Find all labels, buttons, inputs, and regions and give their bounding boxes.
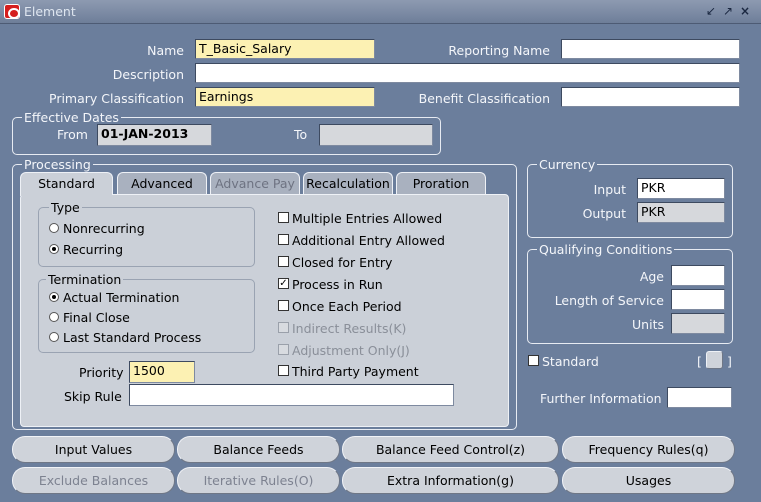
type-title: Type [49, 200, 82, 215]
skip-rule-label: Skip Rule [64, 389, 122, 404]
age-field[interactable] [671, 265, 725, 286]
further-information-label: Further Information [540, 391, 662, 406]
descriptive-flexfield-button[interactable] [706, 351, 723, 369]
currency-output-label: Output [582, 206, 626, 221]
from-label: From [57, 127, 88, 142]
age-label: Age [639, 269, 664, 284]
process-in-run-label[interactable]: Process in Run [292, 277, 383, 292]
oracle-logo-icon [4, 4, 20, 19]
length-of-service-field[interactable] [671, 289, 725, 310]
name-field[interactable]: T_Basic_Salary [195, 39, 375, 59]
input-values-button[interactable]: Input Values [12, 436, 175, 463]
standard-checkbox-label[interactable]: Standard [542, 354, 599, 369]
termination-title: Termination [46, 272, 124, 287]
final-close-label[interactable]: Final Close [63, 310, 130, 325]
currency-group [527, 164, 733, 238]
additional-entry-label[interactable]: Additional Entry Allowed [292, 233, 445, 248]
usages-button[interactable]: Usages [562, 467, 735, 494]
indirect-results-checkbox[interactable] [278, 322, 289, 333]
frequency-rules-button[interactable]: Frequency Rules(q) [562, 436, 735, 463]
benefit-classification-field[interactable] [561, 87, 740, 107]
units-label: Units [632, 317, 664, 332]
descriptive-flexfield-bracket-open: [ [697, 354, 702, 369]
last-standard-process-label[interactable]: Last Standard Process [63, 330, 201, 345]
skip-rule-field[interactable] [129, 384, 454, 406]
balance-feed-control-button[interactable]: Balance Feed Control(z) [342, 436, 559, 463]
third-party-payment-label[interactable]: Third Party Payment [292, 364, 419, 379]
adjustment-only-label[interactable]: Adjustment Only(J) [292, 343, 410, 358]
description-field[interactable] [195, 63, 740, 83]
currency-output-field[interactable]: PKR [637, 202, 725, 223]
name-label: Name [147, 43, 184, 58]
once-each-period-checkbox[interactable] [278, 300, 289, 311]
once-each-period-label[interactable]: Once Each Period [292, 299, 402, 314]
tab-proration[interactable]: Proration [396, 172, 486, 194]
maximize-icon[interactable]: ↗ [721, 3, 735, 19]
close-icon[interactable]: × [738, 3, 752, 19]
window-titlebar[interactable]: Element ↙ ↗ × [0, 0, 761, 24]
primary-classification-field[interactable]: Earnings [195, 87, 375, 107]
actual-termination-radio[interactable] [49, 292, 59, 302]
window-title: Element [24, 4, 76, 19]
nonrecurring-label[interactable]: Nonrecurring [63, 221, 145, 236]
effective-dates-title: Effective Dates [22, 110, 121, 125]
tab-advanced[interactable]: Advanced [117, 172, 207, 194]
to-date-field[interactable] [319, 124, 433, 146]
third-party-payment-checkbox[interactable] [278, 365, 289, 376]
recurring-radio[interactable] [49, 244, 59, 254]
restore-down-icon[interactable]: ↙ [704, 3, 718, 19]
final-close-radio[interactable] [49, 312, 59, 322]
indirect-results-label[interactable]: Indirect Results(K) [292, 321, 406, 336]
tab-advance-pay[interactable]: Advance Pay [210, 172, 300, 194]
primary-classification-label: Primary Classification [49, 91, 184, 106]
nonrecurring-radio[interactable] [49, 223, 59, 233]
reporting-name-field[interactable] [561, 39, 740, 59]
process-in-run-checkbox[interactable]: ✓ [278, 278, 289, 289]
qualifying-conditions-title: Qualifying Conditions [537, 242, 675, 257]
priority-field[interactable]: 1500 [129, 361, 195, 383]
closed-for-entry-checkbox[interactable] [278, 256, 289, 267]
currency-title: Currency [537, 157, 598, 172]
adjustment-only-checkbox[interactable] [278, 344, 289, 355]
standard-checkbox[interactable] [528, 355, 539, 366]
priority-label: Priority [79, 365, 124, 380]
currency-input-label: Input [593, 182, 626, 197]
currency-input-field[interactable]: PKR [637, 178, 725, 199]
exclude-balances-button[interactable]: Exclude Balances [12, 467, 175, 494]
multiple-entries-checkbox[interactable] [278, 212, 289, 223]
multiple-entries-label[interactable]: Multiple Entries Allowed [292, 211, 442, 226]
benefit-classification-label: Benefit Classification [418, 91, 550, 106]
extra-information-button[interactable]: Extra Information(g) [342, 467, 559, 494]
length-of-service-label: Length of Service [554, 293, 664, 308]
units-field[interactable] [671, 313, 725, 334]
from-date-field[interactable]: 01-JAN-2013 [97, 124, 212, 146]
further-information-field[interactable] [667, 387, 732, 408]
description-label: Description [112, 67, 184, 82]
recurring-label[interactable]: Recurring [63, 242, 123, 257]
actual-termination-label[interactable]: Actual Termination [63, 290, 179, 305]
processing-title: Processing [22, 157, 93, 172]
tab-recalculation[interactable]: Recalculation [303, 172, 393, 194]
to-label: To [294, 127, 308, 142]
active-tab-joiner [21, 193, 112, 196]
closed-for-entry-label[interactable]: Closed for Entry [292, 255, 392, 270]
balance-feeds-button[interactable]: Balance Feeds [177, 436, 340, 463]
additional-entry-checkbox[interactable] [278, 234, 289, 245]
descriptive-flexfield-bracket-close: ] [727, 354, 732, 369]
type-group [38, 207, 255, 267]
reporting-name-label: Reporting Name [448, 43, 550, 58]
iterative-rules-button[interactable]: Iterative Rules(O) [177, 467, 340, 494]
last-standard-process-radio[interactable] [49, 332, 59, 342]
